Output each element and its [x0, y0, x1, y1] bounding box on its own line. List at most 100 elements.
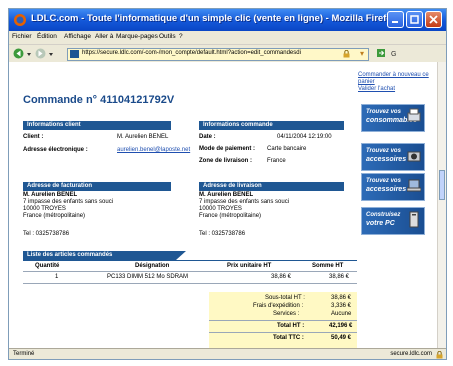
- url-bar[interactable]: https://secure.ldlc.com/-com-/mon_compte…: [67, 48, 369, 61]
- email-link[interactable]: aurelien.benel@laposte.net: [117, 147, 190, 153]
- menu-help[interactable]: ?: [179, 33, 183, 40]
- shipping-line3: France (métropolitaine): [199, 213, 262, 219]
- promo-consommables-line1: Trouvez vos: [366, 109, 401, 115]
- go-icon[interactable]: G: [377, 48, 417, 59]
- services-label: Services :: [273, 311, 300, 317]
- zone-label: Zone de livraison :: [199, 158, 253, 164]
- window-title: LDLC.com - Toute l'informatique d'un sim…: [31, 13, 398, 24]
- shipping-cost-value: 3,336 €: [331, 303, 352, 309]
- client-value: M. Aurelien BENEL: [117, 134, 169, 140]
- title-bar: LDLC.com - Toute l'informatique d'un sim…: [9, 9, 446, 31]
- svg-text:G: G: [391, 51, 396, 58]
- menu-marque-pages[interactable]: Marque-pages: [116, 33, 158, 40]
- promo-accessoires-1-line2: accessoires: [366, 156, 407, 163]
- status-text: Terminé: [13, 351, 35, 357]
- billing-tel: Tel : 0325738786: [23, 231, 70, 237]
- billing-address-header: Adresse de facturation: [23, 182, 171, 191]
- promo-construisez-line2: votre PC: [366, 220, 395, 227]
- promo-construisez-pc[interactable]: Construisez votre PC: [361, 207, 425, 235]
- forward-dropdown-icon[interactable]: [49, 48, 53, 59]
- minimize-icon: [392, 21, 398, 23]
- status-padlock-icon: [436, 351, 443, 359]
- promo-accessoires-2[interactable]: Trouvez vos accessoires: [361, 173, 425, 201]
- promo-accessoires-2-line1: Trouvez vos: [366, 178, 401, 184]
- row1-sum: 38,86 €: [329, 274, 350, 280]
- side-links: Commander à nouveau ce panier Valider l'…: [358, 72, 437, 93]
- validate-link[interactable]: Valider l'achat: [358, 86, 437, 93]
- date-label: Date :: [199, 134, 216, 140]
- client-info-title: Informations client: [27, 122, 81, 128]
- col-quantite: Quantité: [35, 263, 60, 269]
- bookmark-star-icon[interactable]: ▾: [360, 49, 364, 58]
- pc-tower-icon: [409, 211, 419, 228]
- status-domain: secure.ldlc.com: [390, 351, 432, 357]
- camera-icon: [407, 151, 421, 162]
- back-dropdown-icon[interactable]: [27, 48, 31, 59]
- billing-line3: France (métropolitaine): [23, 213, 86, 219]
- billing-address-title: Adresse de facturation: [27, 183, 93, 189]
- total-ttc-label: Total TTC :: [273, 335, 304, 341]
- zone-value: France: [267, 158, 286, 164]
- row1-designation: PC133 DIMM 512 Mo SDRAM: [107, 274, 189, 280]
- menu-affichage[interactable]: Affichage: [64, 33, 91, 40]
- scrollbar-thumb[interactable]: [439, 170, 445, 200]
- url-text: https://secure.ldlc.com/-com-/mon_compte…: [82, 50, 301, 56]
- menu-outils[interactable]: Outils: [159, 33, 176, 40]
- shipping-line1: 7 impasse des enfants sans souci: [199, 199, 290, 205]
- printer-icon: [407, 108, 421, 122]
- close-button[interactable]: [425, 11, 442, 28]
- menu-fichier[interactable]: Fichier: [12, 33, 32, 40]
- total-ttc-value: 50,49 €: [331, 335, 352, 341]
- promo-accessoires-1-line1: Trouvez vos: [366, 148, 401, 154]
- firefox-icon: [14, 14, 26, 26]
- promo-construisez-line1: Construisez: [366, 212, 401, 218]
- promo-accessoires-2-line2: accessoires: [366, 186, 407, 193]
- subtotal-label: Sous-total HT :: [265, 295, 305, 301]
- forward-icon[interactable]: [35, 48, 47, 59]
- client-label: Client :: [23, 134, 44, 140]
- billing-line2: 10000 TROYES: [23, 206, 66, 212]
- col-designation: Désignation: [135, 263, 170, 269]
- menu-edition[interactable]: Édition: [37, 33, 57, 40]
- navigation-toolbar: https://secure.ldlc.com/-com-/mon_compte…: [9, 44, 446, 62]
- shipping-name: M. Aurelien BENEL: [199, 192, 254, 198]
- page-content: Commande n° 41104121792V Commander à nou…: [9, 62, 437, 348]
- order-info-header: Informations commande: [199, 121, 344, 130]
- order-info-title: Informations commande: [203, 122, 273, 128]
- client-info-header: Informations client: [23, 121, 171, 130]
- payment-label: Mode de paiement :: [199, 146, 256, 152]
- shipping-address-title: Adresse de livraison: [203, 183, 262, 189]
- close-icon: [429, 15, 438, 24]
- vertical-scrollbar[interactable]: [437, 62, 446, 348]
- articles-header: Liste des articles commandés: [23, 251, 186, 260]
- promo-consommables[interactable]: Trouvez vos consommables: [361, 104, 425, 132]
- payment-value: Carte bancaire: [267, 146, 307, 152]
- articles-title: Liste des articles commandés: [27, 252, 113, 258]
- menu-bar: Fichier Édition Affichage Aller à Marque…: [9, 31, 446, 44]
- shipping-cost-label: Frais d'expédition :: [253, 303, 304, 309]
- promo-accessoires-1[interactable]: Trouvez vos accessoires: [361, 143, 425, 171]
- row1-unit-price: 38,86 €: [271, 274, 292, 280]
- padlock-icon: [343, 50, 350, 58]
- minimize-button[interactable]: [387, 11, 404, 28]
- menu-aller[interactable]: Aller à: [95, 33, 113, 40]
- back-icon[interactable]: [13, 48, 25, 59]
- browser-window: LDLC.com - Toute l'informatique d'un sim…: [8, 8, 447, 360]
- services-value: Aucune: [331, 311, 352, 317]
- maximize-icon: [410, 15, 419, 24]
- laptop-icon: [407, 179, 421, 192]
- status-bar: Terminé secure.ldlc.com: [9, 348, 446, 359]
- total-ht-label: Total HT :: [277, 323, 305, 329]
- order-title: Commande n° 41104121792V: [23, 94, 175, 106]
- col-prix-unitaire: Prix unitaire HT: [227, 263, 272, 269]
- maximize-button[interactable]: [406, 11, 423, 28]
- reorder-link[interactable]: Commander à nouveau ce panier: [358, 72, 437, 86]
- billing-name: M. Aurelien BENEL: [23, 192, 78, 198]
- billing-line1: 7 impasse des enfants sans souci: [23, 199, 114, 205]
- date-value: 04/11/2004 12:19:00: [277, 134, 332, 140]
- page-favicon-icon: [70, 50, 79, 58]
- shipping-line2: 10000 TROYES: [199, 206, 242, 212]
- col-somme: Somme HT: [312, 263, 344, 269]
- email-label: Adresse électronique :: [23, 147, 88, 153]
- shipping-address-header: Adresse de livraison: [199, 182, 344, 191]
